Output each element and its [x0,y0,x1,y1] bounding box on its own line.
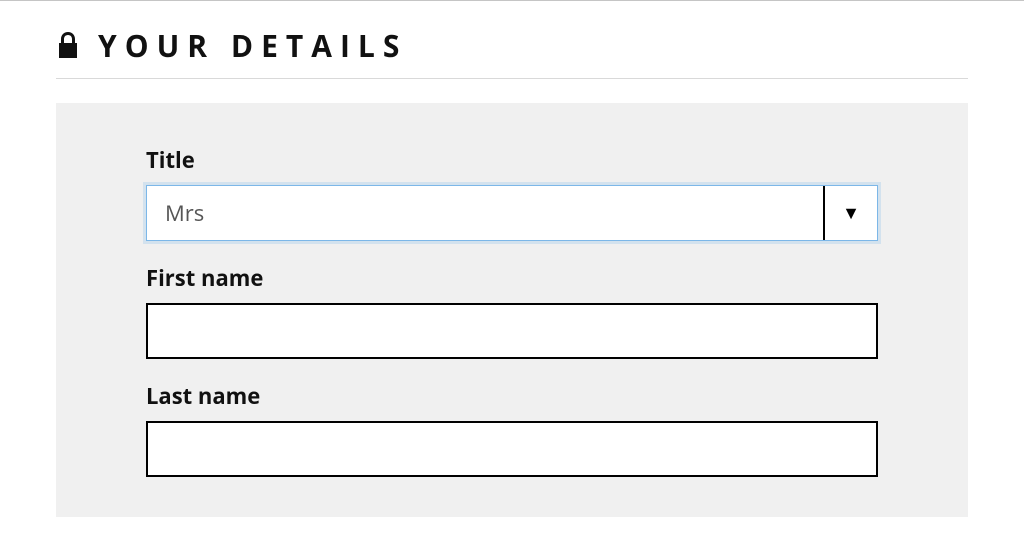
section-header: YOUR DETAILS [56,1,968,79]
form-panel: Title Mrs ▼ First name Last name [56,103,968,517]
chevron-down-icon: ▼ [842,201,860,225]
lock-icon [56,31,80,59]
last-name-label: Last name [146,381,878,411]
title-field: Title Mrs ▼ [146,145,878,241]
last-name-input[interactable] [146,421,878,477]
title-select-value: Mrs [147,186,823,240]
title-select-arrow[interactable]: ▼ [823,186,877,240]
title-label: Title [146,145,878,175]
section-title: YOUR DETAILS [98,25,407,66]
first-name-label: First name [146,263,878,293]
details-section: YOUR DETAILS Title Mrs ▼ First name Last… [0,1,1024,517]
title-select[interactable]: Mrs ▼ [146,185,878,241]
first-name-field: First name [146,263,878,359]
first-name-input[interactable] [146,303,878,359]
last-name-field: Last name [146,381,878,477]
